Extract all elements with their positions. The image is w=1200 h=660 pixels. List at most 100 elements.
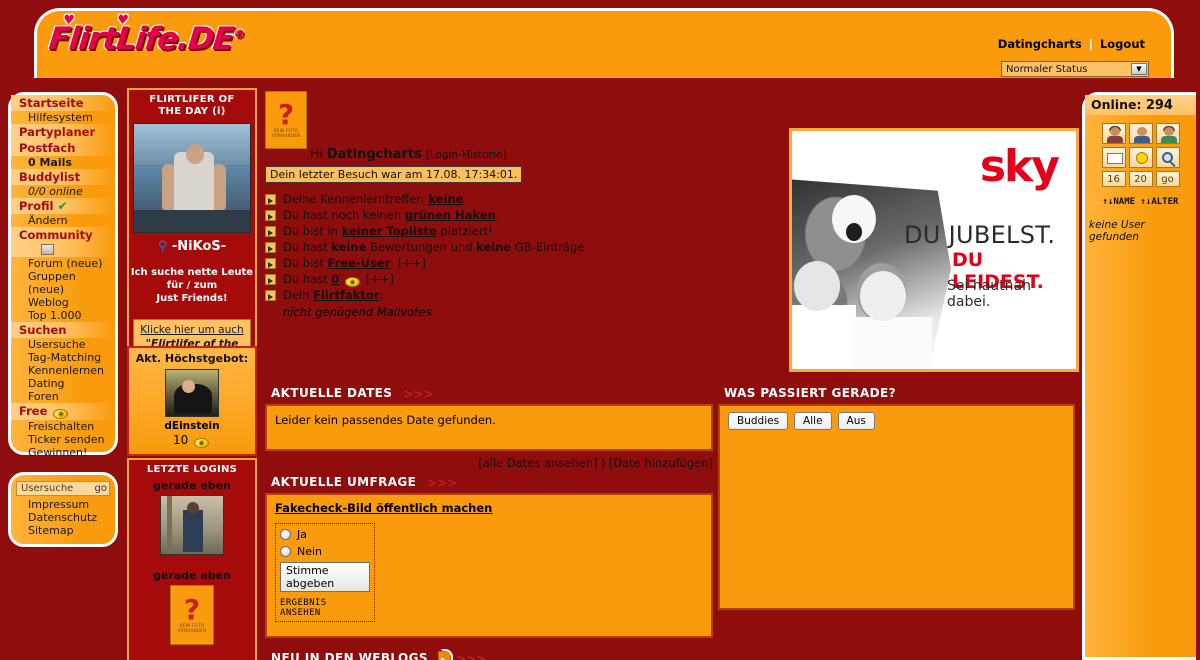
- sidebar-item-hilfesystem[interactable]: Hilfesystem: [11, 111, 115, 124]
- status-text-post[interactable]: [++]: [362, 272, 394, 286]
- sidebar-item-sitemap[interactable]: Sitemap: [11, 524, 115, 537]
- sidebar-item-buddies-online[interactable]: 0/0 online: [11, 185, 115, 198]
- sidebar-item-forum[interactable]: Forum (neue): [11, 257, 115, 270]
- search-input[interactable]: Usersuche go: [16, 481, 110, 496]
- sidebar-left-nav: Startseite Hilfesystem Partyplaner Postf…: [8, 92, 118, 459]
- sidebar-item-datenschutz[interactable]: Datenschutz: [11, 511, 115, 524]
- link-logout[interactable]: Logout: [1100, 37, 1145, 51]
- radio-icon[interactable]: [280, 529, 291, 540]
- status-text-post[interactable]: . [++]: [390, 256, 426, 270]
- login-user-photo[interactable]: [160, 495, 224, 555]
- hoechstgebot-user[interactable]: dEinstein: [129, 420, 255, 432]
- radio-icon[interactable]: [280, 546, 291, 557]
- status-highlight[interactable]: keiner Topliste: [342, 224, 437, 238]
- status-text-post: .: [495, 208, 500, 222]
- sidebar-item-tag-matching[interactable]: Tag-Matching: [11, 351, 115, 364]
- sidebar-item-suchen[interactable]: Suchen: [11, 322, 115, 338]
- sidebar-item-free[interactable]: Free ◉: [11, 403, 115, 420]
- link-date-hinzufuegen[interactable]: [Date hinzufügen]: [609, 456, 713, 470]
- online-count: 294: [1145, 98, 1173, 113]
- sidebar-item-weblog[interactable]: Weblog: [11, 296, 115, 309]
- sidebar-item-community[interactable]: Community: [11, 227, 115, 257]
- login-history-link[interactable]: [Login-Historie]: [426, 149, 507, 161]
- vote-button[interactable]: Stimme abgeben: [280, 562, 370, 592]
- sidebar-item-usersuche[interactable]: Usersuche: [11, 338, 115, 351]
- sidebar-item-label: Suchen: [19, 323, 67, 337]
- section-more-link[interactable]: >>>: [456, 652, 486, 660]
- sidebar-item-mails[interactable]: 0 Mails: [11, 156, 115, 169]
- sort-arrows-icon[interactable]: ↑↓: [1103, 197, 1114, 207]
- flirtlifer-name[interactable]: -NiKoS-: [172, 239, 226, 254]
- main-content: ? KEIN FOTO VORHANDEN Hi Datingcharts [Lo…: [262, 88, 1079, 660]
- status-row: Du bist in keiner Topliste platziert!: [265, 224, 725, 239]
- sidebar-item-top1000[interactable]: Top 1.000: [11, 309, 115, 322]
- sidebar-item-profil[interactable]: Profil ✔: [11, 198, 115, 214]
- filter-button-aus[interactable]: Aus: [837, 412, 875, 430]
- status-select[interactable]: Normaler Status ▼: [1001, 61, 1149, 77]
- filter-button-alle[interactable]: Alle: [794, 412, 832, 430]
- arrow-bullet-icon: [265, 274, 276, 285]
- sidebar-item-partyplaner[interactable]: Partyplaner: [11, 124, 115, 140]
- poll-result-link[interactable]: ERGEBNIS ANSEHEN: [280, 598, 370, 621]
- poll-form: Ja Nein Stimme abgeben ERGEBNIS ANSEHEN: [275, 523, 375, 622]
- sidebar-item-ticker-senden[interactable]: Ticker senden: [11, 433, 115, 446]
- status-highlight[interactable]: keine: [428, 192, 463, 206]
- hoechstgebot-photo[interactable]: [165, 369, 219, 417]
- section-title: AKTUELLE UMFRAGE: [265, 474, 423, 491]
- sort-arrows-icon[interactable]: ↑↓: [1141, 197, 1152, 207]
- poll-question[interactable]: Fakecheck-Bild öffentlich machen: [267, 495, 711, 515]
- sidebar-item-kennenlernen[interactable]: Kennenlernen: [11, 364, 115, 377]
- sidebar-item-startseite[interactable]: Startseite: [11, 95, 115, 111]
- sidebar-item-impressum[interactable]: Impressum: [11, 498, 115, 511]
- link-datingcharts[interactable]: Datingcharts: [998, 37, 1082, 51]
- status-highlight[interactable]: grünen Haken: [405, 208, 496, 222]
- sort-by-alter[interactable]: ALTER: [1151, 197, 1178, 207]
- status-text: Du bist: [283, 256, 328, 270]
- filter-button-buddies[interactable]: Buddies: [728, 412, 789, 430]
- logo-registered-mark: ®: [232, 27, 245, 41]
- rss-icon[interactable]: [437, 648, 453, 660]
- user-couple-icon[interactable]: [1155, 123, 1180, 144]
- site-logo[interactable]: ♥ ♥ FlirtLife.DE®: [47, 13, 245, 57]
- user-avatar[interactable]: ? KEIN FOTO VORHANDEN: [265, 91, 307, 149]
- status-highlight[interactable]: Flirtfaktor: [313, 288, 379, 302]
- mail-icon[interactable]: [1101, 147, 1126, 168]
- sidebar-item-aendern[interactable]: Ändern: [11, 214, 115, 227]
- go-button[interactable]: go: [1155, 171, 1180, 187]
- age-max-input[interactable]: 20: [1128, 171, 1153, 187]
- status-highlight[interactable]: Free-User: [327, 256, 390, 270]
- sidebar-item-gewinnen[interactable]: Gewinnen!: [11, 446, 115, 459]
- poll-option-nein[interactable]: Nein: [280, 545, 370, 558]
- photo-arm-right: [212, 164, 226, 212]
- search-icon[interactable]: [1155, 147, 1180, 168]
- question-mark-icon: ?: [183, 593, 201, 626]
- flirtlifer-title-line2: THE DAY (i): [158, 106, 226, 117]
- sidebar-item-freischalten[interactable]: Freischalten: [11, 420, 115, 433]
- sidebar-item-label: Foren: [28, 390, 59, 403]
- poll-option-ja[interactable]: Ja: [280, 528, 370, 541]
- sidebar-item-label: Ändern: [28, 214, 68, 227]
- ad-open-mouth: [846, 223, 862, 241]
- sidebar-item-foren[interactable]: Foren: [11, 390, 115, 403]
- smiley-icon[interactable]: [1128, 147, 1153, 168]
- login-user-placeholder-photo[interactable]: ? KEIN FOTO VORHANDEN: [170, 585, 214, 645]
- sidebar-item-label: Top 1.000: [28, 309, 82, 322]
- link-alle-dates-ansehen[interactable]: [alle Dates ansehen]: [478, 456, 597, 470]
- section-more-link[interactable]: >>>: [427, 476, 457, 490]
- sort-by-name[interactable]: NAME: [1113, 197, 1135, 207]
- sidebar-item-buddylist[interactable]: Buddylist: [11, 169, 115, 185]
- flirtlifer-photo[interactable]: [133, 123, 251, 233]
- advertisement-banner[interactable]: sky DU JUBELST. DU LEIDEST. Sei hautnah …: [789, 128, 1079, 372]
- user-female-icon[interactable]: [1101, 123, 1126, 144]
- user-male-icon[interactable]: [1128, 123, 1153, 144]
- section-more-link[interactable]: >>>: [403, 387, 433, 401]
- status-note: nicht genügend Mailvotes: [283, 305, 432, 319]
- sidebar-item-postfach[interactable]: Postfach: [11, 140, 115, 156]
- chevron-down-icon[interactable]: ▼: [1131, 63, 1147, 75]
- status-row: Deine Kennenlerntreffer: keine: [265, 192, 725, 207]
- sidebar-item-gruppen[interactable]: Gruppen (neue): [11, 270, 115, 296]
- search-go-button[interactable]: go: [95, 483, 107, 494]
- sidebar-item-dating[interactable]: Dating: [11, 377, 115, 390]
- age-min-input[interactable]: 16: [1101, 171, 1126, 187]
- status-row: Du hast keine Bewertungen und keine GB-E…: [265, 240, 725, 255]
